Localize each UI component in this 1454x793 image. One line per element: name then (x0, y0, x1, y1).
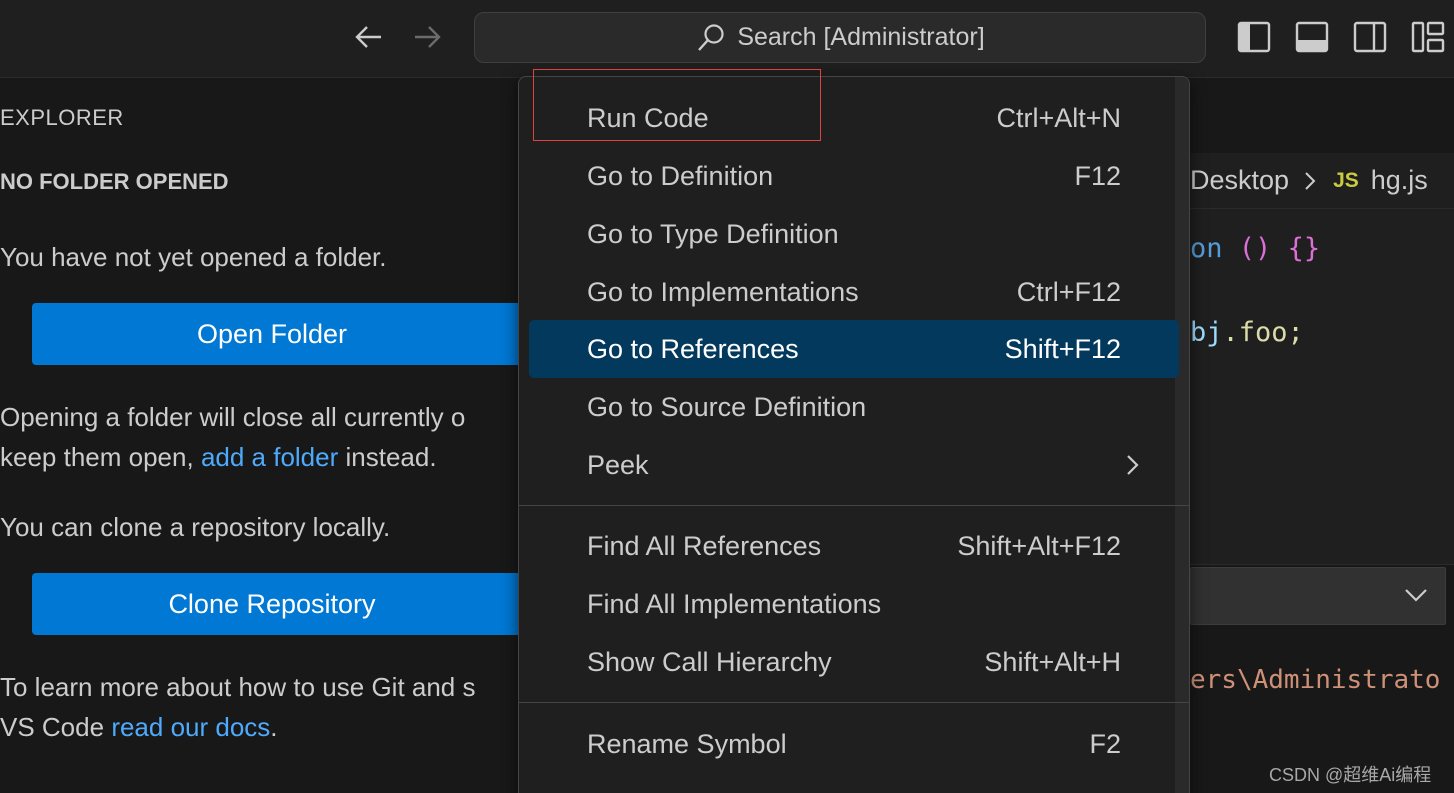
opening-text-prefix: keep them open, (0, 442, 194, 472)
menu-item-label: Go to Definition (587, 160, 774, 191)
watermark: CSDN @超维Ai编程 (1269, 765, 1432, 785)
learn-text-prefix: VS Code (0, 712, 105, 742)
chevron-down-icon (1405, 589, 1427, 602)
menu-item-label: Find All Implementations (587, 588, 882, 619)
menu-item-label: Peek (587, 449, 649, 480)
explorer-sidebar: EXPLORER NO FOLDER OPENED You have not y… (0, 79, 520, 793)
submenu-chevron-right-icon (1127, 455, 1139, 475)
code-keyword: on (1190, 233, 1223, 264)
menu-item-label: Go to Type Definition (587, 218, 839, 249)
terminal-output: ers\Administrato (1190, 665, 1441, 695)
learn-text-suffix: . (270, 712, 278, 742)
go-back-button[interactable] (351, 19, 387, 55)
code-line[interactable]: bj.foo; (1190, 317, 1304, 348)
menu-item-label: Go to Implementations (587, 276, 859, 307)
menu-item-shortcut: F12 (1074, 160, 1121, 191)
menu-item-peek[interactable]: Peek (529, 436, 1179, 494)
explorer-title: EXPLORER (0, 105, 124, 130)
javascript-file-icon: JS (1333, 168, 1359, 192)
menu-item-shortcut: Shift+Alt+H (984, 646, 1121, 677)
toggle-primary-sidebar-button[interactable] (1235, 18, 1273, 56)
editor-context-menu: Run Code Ctrl+Alt+N Go to Definition F12… (518, 76, 1190, 793)
clone-repository-button[interactable]: Clone Repository (32, 573, 520, 635)
code-identifier: bj (1190, 317, 1223, 348)
menu-item-go-to-implementations[interactable]: Go to Implementations Ctrl+F12 (529, 263, 1179, 321)
menu-separator (519, 505, 1189, 506)
menu-item-label: Show Call Hierarchy (587, 646, 832, 677)
clone-message: You can clone a repository locally. (0, 512, 391, 542)
menu-item-shortcut: Ctrl+Alt+N (996, 102, 1121, 133)
code-braces: {} (1287, 233, 1321, 264)
menu-item-label: Find All References (587, 530, 822, 561)
menu-item-label: Go to Source Definition (587, 391, 867, 422)
customize-layout-button[interactable] (1409, 18, 1447, 56)
editor-area: Desktop JS hg.js on () {} bj.foo; ers\Ad… (1190, 79, 1454, 793)
no-folder-section-header[interactable]: NO FOLDER OPENED (0, 169, 229, 195)
editor-tabs (1190, 79, 1454, 153)
layout-icon (1411, 21, 1445, 53)
opening-folder-message-line-2: keep them open, add a folder instead. (0, 437, 437, 477)
menu-separator (519, 702, 1189, 703)
menu-item-go-to-type-definition[interactable]: Go to Type Definition (529, 205, 1179, 263)
sidebar-right-icon (1353, 21, 1387, 53)
arrow-left-icon (355, 26, 381, 48)
breadcrumb: Desktop JS hg.js (1190, 153, 1454, 209)
menu-item-rename-symbol[interactable]: Rename Symbol F2 (529, 715, 1179, 773)
open-folder-button[interactable]: Open Folder (32, 303, 520, 365)
search-icon (698, 23, 724, 51)
breadcrumb-file[interactable]: hg.js (1371, 165, 1428, 196)
menu-item-find-all-references[interactable]: Find All References Shift+Alt+F12 (529, 517, 1179, 575)
read-docs-link[interactable]: read our docs (111, 712, 270, 742)
menu-item-find-all-implementations[interactable]: Find All Implementations (529, 575, 1179, 633)
menu-item-show-call-hierarchy[interactable]: Show Call Hierarchy Shift+Alt+H (529, 633, 1179, 691)
learn-git-message-line-1: To learn more about how to use Git and s (0, 672, 476, 702)
bottom-panel: ers\Administrato (1190, 564, 1454, 793)
chevron-right-icon (1305, 171, 1316, 190)
menu-item-go-to-references[interactable]: Go to References Shift+F12 (529, 320, 1179, 378)
code-member: .foo; (1222, 317, 1304, 348)
learn-git-message-line-2: VS Code read our docs. (0, 707, 278, 747)
menu-item-label: Go to References (587, 333, 799, 364)
opening-folder-message-line-1: Opening a folder will close all currentl… (0, 402, 466, 432)
title-bar: Search [Administrator] (0, 0, 1454, 78)
opening-text-suffix: instead. (345, 442, 437, 472)
breadcrumb-folder[interactable]: Desktop (1190, 165, 1289, 196)
search-label: Search [Administrator] (737, 23, 985, 51)
arrow-right-icon (415, 26, 441, 48)
toggle-panel-button[interactable] (1293, 18, 1331, 56)
menu-item-label: Rename Symbol (587, 728, 787, 759)
sidebar-left-icon (1237, 21, 1271, 53)
highlight-annotation-box (533, 69, 821, 141)
code-parens: () (1238, 233, 1272, 264)
menu-item-shortcut: Ctrl+F12 (1016, 276, 1121, 307)
menu-item-shortcut: Shift+Alt+F12 (957, 530, 1121, 561)
menu-item-go-to-source-definition[interactable]: Go to Source Definition (529, 378, 1179, 436)
go-forward-button[interactable] (409, 19, 445, 55)
panel-bottom-icon (1295, 21, 1329, 53)
code-line[interactable]: on () {} (1190, 233, 1320, 264)
menu-item-shortcut: Shift+F12 (1004, 333, 1121, 364)
command-center-search[interactable]: Search [Administrator] (474, 12, 1206, 63)
menu-item-go-to-definition[interactable]: Go to Definition F12 (529, 147, 1179, 205)
terminal-select-dropdown[interactable] (1190, 567, 1446, 625)
menu-item-shortcut: F2 (1089, 728, 1121, 759)
toggle-secondary-sidebar-button[interactable] (1351, 18, 1389, 56)
add-folder-link[interactable]: add a folder (201, 442, 338, 472)
no-folder-message: You have not yet opened a folder. (0, 242, 387, 272)
